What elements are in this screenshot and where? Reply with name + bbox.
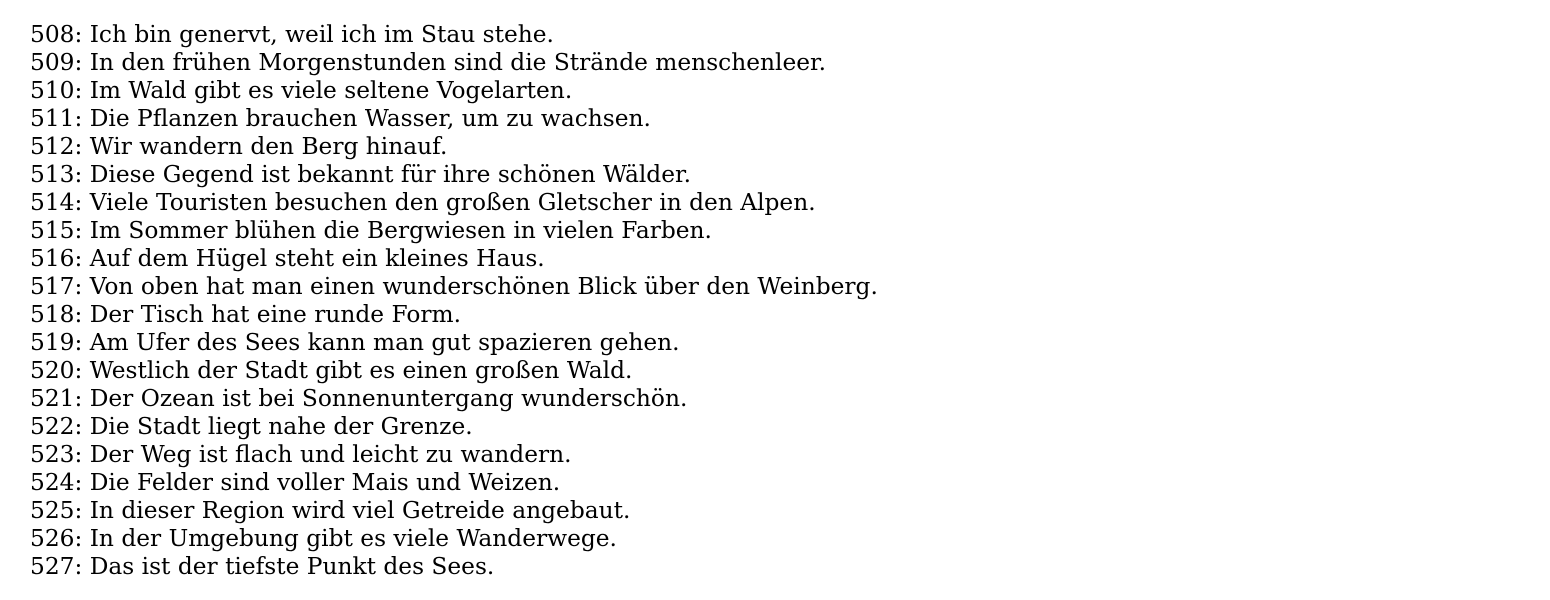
sentence-line: 515: Im Sommer blühen die Bergwiesen in … [30,217,712,244]
sentence-line: 508: Ich bin genervt, weil ich im Stau s… [30,21,554,48]
sentence-line: 523: Der Weg ist flach und leicht zu wan… [30,441,572,468]
sentence-line: 521: Der Ozean ist bei Sonnenuntergang w… [30,385,688,412]
sentence-line: 527: Das ist der tiefste Punkt des Sees. [30,553,495,580]
sentence-line: 517: Von oben hat man einen wunderschöne… [30,273,878,300]
sentence-line: 514: Viele Touristen besuchen den großen… [30,189,816,216]
sentence-line: 524: Die Felder sind voller Mais und Wei… [30,469,561,496]
sentence-line: 512: Wir wandern den Berg hinauf. [30,133,448,160]
sentence-line: 511: Die Pflanzen brauchen Wasser, um zu… [30,105,651,132]
sentence-line: 513: Diese Gegend ist bekannt für ihre s… [30,161,691,188]
sentence-list: 508: Ich bin genervt, weil ich im Stau s… [30,21,1530,581]
sentence-line: 522: Die Stadt liegt nahe der Grenze. [30,413,473,440]
sentence-line: 518: Der Tisch hat eine runde Form. [30,301,462,328]
sentence-line: 509: In den frühen Morgenstunden sind di… [30,49,826,76]
sentence-line: 526: In der Umgebung gibt es viele Wande… [30,525,617,552]
sentence-line: 519: Am Ufer des Sees kann man gut spazi… [30,329,680,356]
sentence-line: 516: Auf dem Hügel steht ein kleines Hau… [30,245,545,272]
sentence-line: 525: In dieser Region wird viel Getreide… [30,497,631,524]
sentence-line: 510: Im Wald gibt es viele seltene Vogel… [30,77,573,104]
sentence-line: 520: Westlich der Stadt gibt es einen gr… [30,357,633,384]
